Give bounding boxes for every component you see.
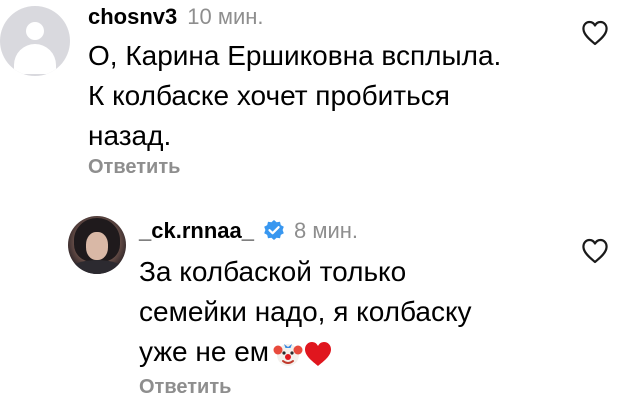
- comment: chosnv3 10 мин. О, Карина Ершиковна вспл…: [0, 0, 640, 198]
- comment: _ck.rnnaa_ 8 мин. За колбаской только се…: [0, 198, 640, 402]
- username[interactable]: _ck.rnnaa_: [139, 218, 254, 244]
- avatar[interactable]: [0, 6, 70, 76]
- clown-face-icon: [273, 343, 303, 366]
- timestamp: 10 мин.: [187, 4, 264, 29]
- comment-header: chosnv3 10 мин.: [88, 4, 264, 30]
- reply-button[interactable]: Ответить: [88, 156, 180, 179]
- comment-text: О, Карина Ершиковна всплыла. К колбаске …: [88, 40, 502, 151]
- comments-thread: chosnv3 10 мин. О, Карина Ершиковна вспл…: [0, 0, 640, 402]
- comment-text: За колбаской только семейки надо, я колб…: [139, 252, 569, 372]
- timestamp: 8 мин.: [293, 218, 358, 243]
- default-avatar-head: [26, 22, 44, 40]
- verified-badge-icon: [264, 220, 284, 240]
- username[interactable]: chosnv3: [88, 4, 177, 30]
- heart-outline-icon[interactable]: [581, 238, 609, 264]
- avatar-face: [86, 232, 108, 260]
- reply-button[interactable]: Ответить: [139, 376, 231, 399]
- red-heart-icon: [305, 341, 332, 366]
- heart-outline-icon[interactable]: [581, 20, 609, 46]
- default-avatar-body: [14, 44, 56, 74]
- comment-header: _ck.rnnaa_ 8 мин.: [139, 218, 358, 244]
- avatar-shoulders: [70, 260, 124, 274]
- avatar[interactable]: [68, 216, 126, 274]
